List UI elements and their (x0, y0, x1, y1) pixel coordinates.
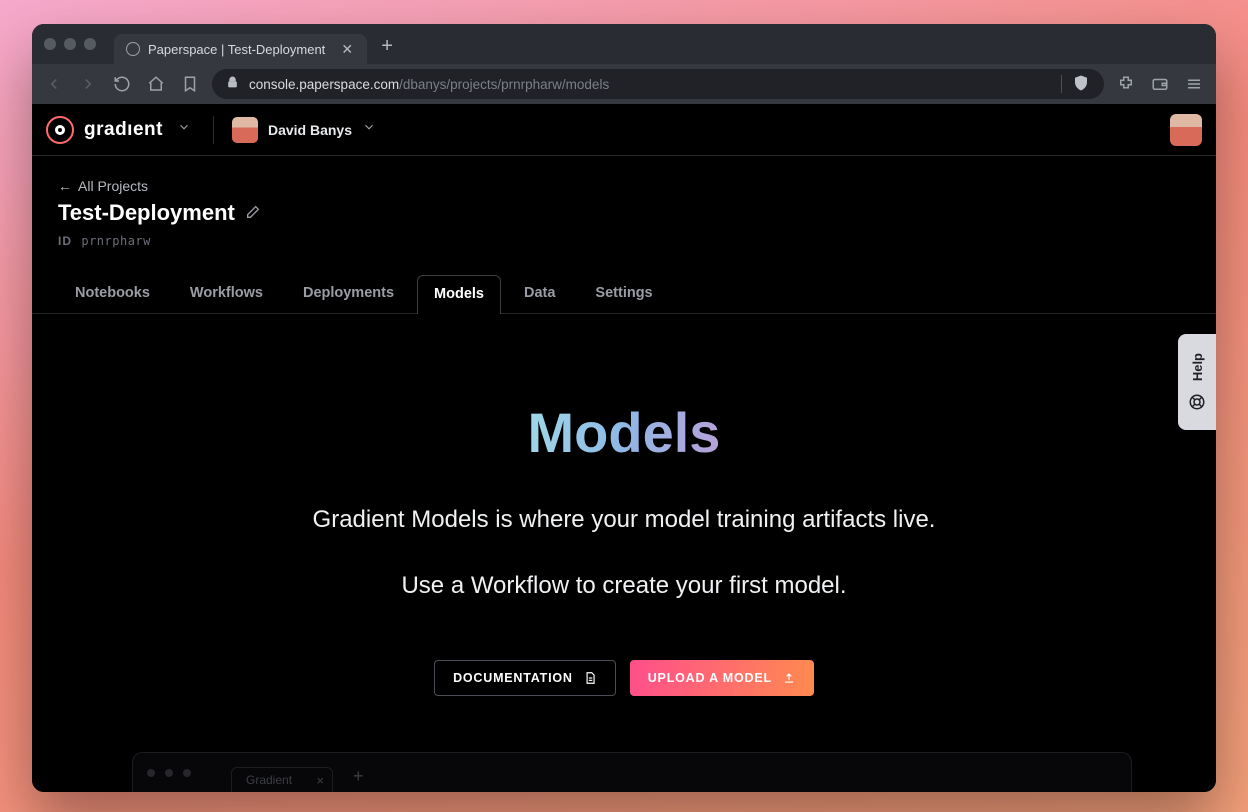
nav-reload-icon[interactable] (110, 72, 134, 96)
address-bar[interactable]: console.paperspace.com/dbanys/projects/p… (212, 69, 1104, 99)
brand-logo[interactable]: gradıent (46, 116, 163, 144)
project-id-value: prnrpharw (81, 234, 151, 248)
back-label: All Projects (78, 178, 148, 194)
tab-workflows[interactable]: Workflows (173, 274, 280, 313)
hero-title: Models (528, 400, 721, 465)
ghost-browser-window: Gradient × + (132, 752, 1132, 792)
project-id-label: ID (58, 234, 72, 248)
nav-bookmark-icon[interactable] (178, 72, 202, 96)
project-title: Test-Deployment (58, 200, 235, 226)
documentation-button[interactable]: DOCUMENTATION (434, 660, 616, 696)
project-header: ← All Projects Test-Deployment ID prnrph… (32, 156, 1216, 248)
arrow-left-icon: ← (58, 178, 72, 194)
upload-label: UPLOAD A MODEL (648, 671, 772, 685)
chevron-down-icon (362, 120, 380, 139)
upload-model-button[interactable]: UPLOAD A MODEL (630, 660, 814, 696)
nav-forward-icon (76, 72, 100, 96)
upload-icon (782, 671, 796, 685)
tab-settings[interactable]: Settings (578, 274, 669, 313)
url-host: console.paperspace.com (249, 77, 399, 92)
help-label: Help (1190, 353, 1205, 381)
brand-name: gradıent (84, 119, 163, 141)
user-mini-avatar (232, 117, 258, 143)
tab-favicon-icon (126, 42, 140, 56)
app-header: gradıent David Banys (32, 104, 1216, 156)
tab-title: Paperspace | Test-Deployment (148, 42, 325, 57)
project-tabs: Notebooks Workflows Deployments Models D… (32, 274, 1216, 314)
main-content: ← All Projects Test-Deployment ID prnrph… (32, 156, 1216, 792)
ghost-new-tab-icon: + (353, 766, 364, 787)
document-icon (583, 671, 597, 685)
ghost-tab: Gradient × (231, 767, 333, 793)
documentation-label: DOCUMENTATION (453, 671, 573, 685)
menu-icon[interactable] (1182, 72, 1206, 96)
tab-deployments[interactable]: Deployments (286, 274, 411, 313)
workspace-chevron-icon[interactable] (177, 120, 195, 139)
brave-shield-icon[interactable] (1072, 74, 1090, 95)
workspace-switcher[interactable]: David Banys (232, 117, 380, 143)
nav-back-icon (42, 72, 66, 96)
edit-project-icon[interactable] (245, 204, 263, 222)
hero-subtitle-2: Use a Workflow to create your first mode… (92, 572, 1156, 600)
window-traffic-lights[interactable] (44, 38, 96, 50)
window-titlebar: Paperspace | Test-Deployment ✕ + (32, 24, 1216, 64)
tab-close-button[interactable]: ✕ (339, 41, 355, 57)
new-tab-button[interactable]: + (381, 35, 393, 58)
project-id: ID prnrpharw (58, 234, 1190, 248)
lifebuoy-icon (1188, 393, 1206, 411)
hero-subtitle: Gradient Models is where your model trai… (92, 503, 1156, 538)
lock-icon (226, 76, 239, 92)
browser-tab[interactable]: Paperspace | Test-Deployment ✕ (114, 34, 367, 64)
profile-avatar[interactable] (1170, 114, 1202, 146)
back-to-projects-link[interactable]: ← All Projects (58, 178, 1190, 194)
extensions-icon[interactable] (1114, 72, 1138, 96)
browser-toolbar: console.paperspace.com/dbanys/projects/p… (32, 64, 1216, 104)
tab-data[interactable]: Data (507, 274, 572, 313)
user-name: David Banys (268, 122, 352, 138)
brand-mark-icon (46, 116, 74, 144)
tab-models[interactable]: Models (417, 275, 501, 314)
ghost-close-icon: × (316, 773, 324, 788)
cta-row: DOCUMENTATION UPLOAD A MODEL (92, 660, 1156, 696)
empty-state: Models Gradient Models is where your mod… (32, 314, 1216, 696)
browser-window: Paperspace | Test-Deployment ✕ + console… (32, 24, 1216, 792)
nav-home-icon[interactable] (144, 72, 168, 96)
url-path: /dbanys/projects/prnrpharw/models (399, 77, 609, 92)
wallet-icon[interactable] (1148, 72, 1172, 96)
help-side-tab[interactable]: Help (1178, 334, 1216, 430)
tab-notebooks[interactable]: Notebooks (58, 274, 167, 313)
